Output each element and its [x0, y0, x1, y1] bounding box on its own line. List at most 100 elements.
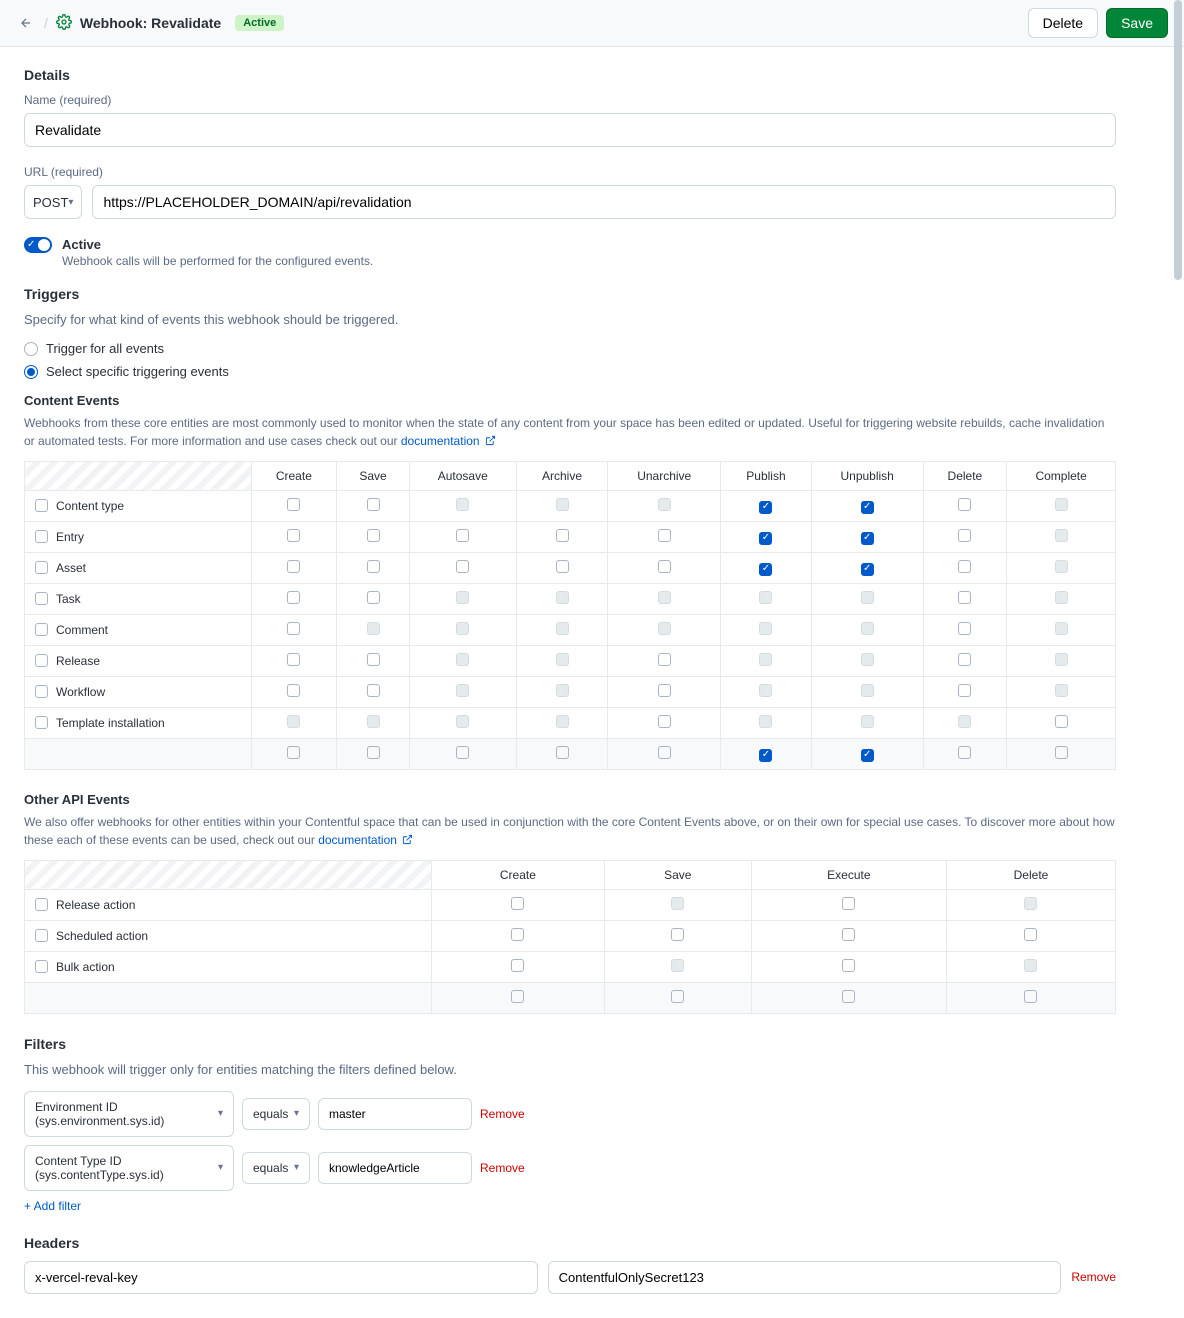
row-checkbox[interactable] — [35, 716, 48, 729]
checkbox[interactable] — [367, 591, 380, 604]
scrollbar[interactable] — [1174, 0, 1182, 280]
row-checkbox[interactable] — [35, 592, 48, 605]
checkbox-disabled — [759, 622, 772, 635]
checkbox[interactable] — [759, 501, 772, 514]
add-filter-button[interactable]: + Add filter — [24, 1199, 1116, 1213]
radio-all-events[interactable] — [24, 342, 38, 356]
checkbox[interactable] — [367, 529, 380, 542]
checkbox[interactable] — [958, 622, 971, 635]
row-checkbox[interactable] — [35, 530, 48, 543]
delete-button[interactable]: Delete — [1028, 8, 1098, 38]
checkbox[interactable] — [1024, 928, 1037, 941]
checkbox[interactable] — [842, 897, 855, 910]
checkbox[interactable] — [658, 715, 671, 728]
table-row-label: Content type — [25, 490, 252, 521]
checkbox[interactable] — [556, 560, 569, 573]
checkbox[interactable] — [287, 529, 300, 542]
checkbox[interactable] — [658, 529, 671, 542]
checkbox[interactable] — [958, 529, 971, 542]
checkbox[interactable] — [671, 990, 684, 1003]
url-input[interactable] — [92, 185, 1116, 219]
checkbox[interactable] — [367, 746, 380, 759]
remove-filter-button[interactable]: Remove — [480, 1161, 525, 1175]
header-value-input[interactable] — [548, 1261, 1062, 1294]
checkbox[interactable] — [958, 653, 971, 666]
checkbox[interactable] — [511, 928, 524, 941]
checkbox[interactable] — [511, 897, 524, 910]
checkbox[interactable] — [367, 560, 380, 573]
checkbox[interactable] — [958, 498, 971, 511]
save-button[interactable]: Save — [1106, 8, 1168, 38]
checkbox[interactable] — [511, 990, 524, 1003]
checkbox[interactable] — [658, 684, 671, 697]
checkbox[interactable] — [287, 498, 300, 511]
checkbox[interactable] — [842, 959, 855, 972]
checkbox[interactable] — [287, 684, 300, 697]
filter-field-select[interactable]: Environment ID (sys.environment.sys.id)▾ — [24, 1091, 234, 1137]
row-checkbox[interactable] — [35, 654, 48, 667]
checkbox[interactable] — [759, 532, 772, 545]
row-checkbox[interactable] — [35, 898, 48, 911]
checkbox[interactable] — [842, 928, 855, 941]
checkbox[interactable] — [456, 560, 469, 573]
checkbox[interactable] — [367, 684, 380, 697]
row-checkbox[interactable] — [35, 685, 48, 698]
checkbox[interactable] — [861, 501, 874, 514]
filter-operator-select[interactable]: equals▾ — [242, 1098, 310, 1130]
checkbox[interactable] — [1055, 715, 1068, 728]
row-checkbox[interactable] — [35, 929, 48, 942]
checkbox[interactable] — [456, 529, 469, 542]
checkbox[interactable] — [759, 749, 772, 762]
table-col-header: Archive — [516, 461, 608, 490]
checkbox[interactable] — [511, 959, 524, 972]
checkbox[interactable] — [367, 498, 380, 511]
checkbox[interactable] — [958, 560, 971, 573]
back-button[interactable] — [16, 13, 36, 33]
http-method-select[interactable]: POST▾ — [24, 185, 82, 219]
checkbox[interactable] — [958, 746, 971, 759]
row-checkbox[interactable] — [35, 960, 48, 973]
checkbox[interactable] — [658, 746, 671, 759]
checkbox[interactable] — [842, 990, 855, 1003]
header-key-input[interactable] — [24, 1261, 538, 1294]
checkbox[interactable] — [556, 529, 569, 542]
checkbox[interactable] — [958, 591, 971, 604]
checkbox[interactable] — [861, 563, 874, 576]
checkbox[interactable] — [367, 653, 380, 666]
row-checkbox[interactable] — [35, 623, 48, 636]
row-checkbox[interactable] — [35, 561, 48, 574]
checkbox[interactable] — [287, 591, 300, 604]
checkbox[interactable] — [861, 532, 874, 545]
table-col-header: Execute — [751, 860, 946, 889]
checkbox-disabled — [759, 715, 772, 728]
checkbox[interactable] — [287, 560, 300, 573]
checkbox[interactable] — [287, 622, 300, 635]
checkbox[interactable] — [958, 684, 971, 697]
checkbox[interactable] — [861, 749, 874, 762]
active-toggle[interactable]: ✓ — [24, 237, 52, 253]
filter-value-input[interactable] — [318, 1152, 472, 1184]
page-header: / Webhook: Revalidate Active Delete Save — [0, 0, 1184, 47]
radio-specific-events[interactable] — [24, 365, 38, 379]
documentation-link[interactable]: documentation — [401, 434, 480, 448]
remove-header-button[interactable]: Remove — [1071, 1270, 1116, 1284]
checkbox[interactable] — [456, 746, 469, 759]
name-input[interactable] — [24, 113, 1116, 147]
filter-operator-select[interactable]: equals▾ — [242, 1152, 310, 1184]
checkbox[interactable] — [1055, 746, 1068, 759]
checkbox[interactable] — [658, 653, 671, 666]
checkbox-disabled — [556, 715, 569, 728]
checkbox[interactable] — [671, 928, 684, 941]
remove-filter-button[interactable]: Remove — [480, 1107, 525, 1121]
documentation-link[interactable]: documentation — [318, 833, 397, 847]
row-checkbox[interactable] — [35, 499, 48, 512]
checkbox[interactable] — [556, 746, 569, 759]
checkbox[interactable] — [1024, 990, 1037, 1003]
checkbox[interactable] — [658, 560, 671, 573]
checkbox[interactable] — [287, 746, 300, 759]
checkbox[interactable] — [287, 653, 300, 666]
status-badge: Active — [235, 15, 284, 31]
filter-value-input[interactable] — [318, 1098, 472, 1130]
checkbox[interactable] — [759, 563, 772, 576]
filter-field-select[interactable]: Content Type ID (sys.contentType.sys.id)… — [24, 1145, 234, 1191]
